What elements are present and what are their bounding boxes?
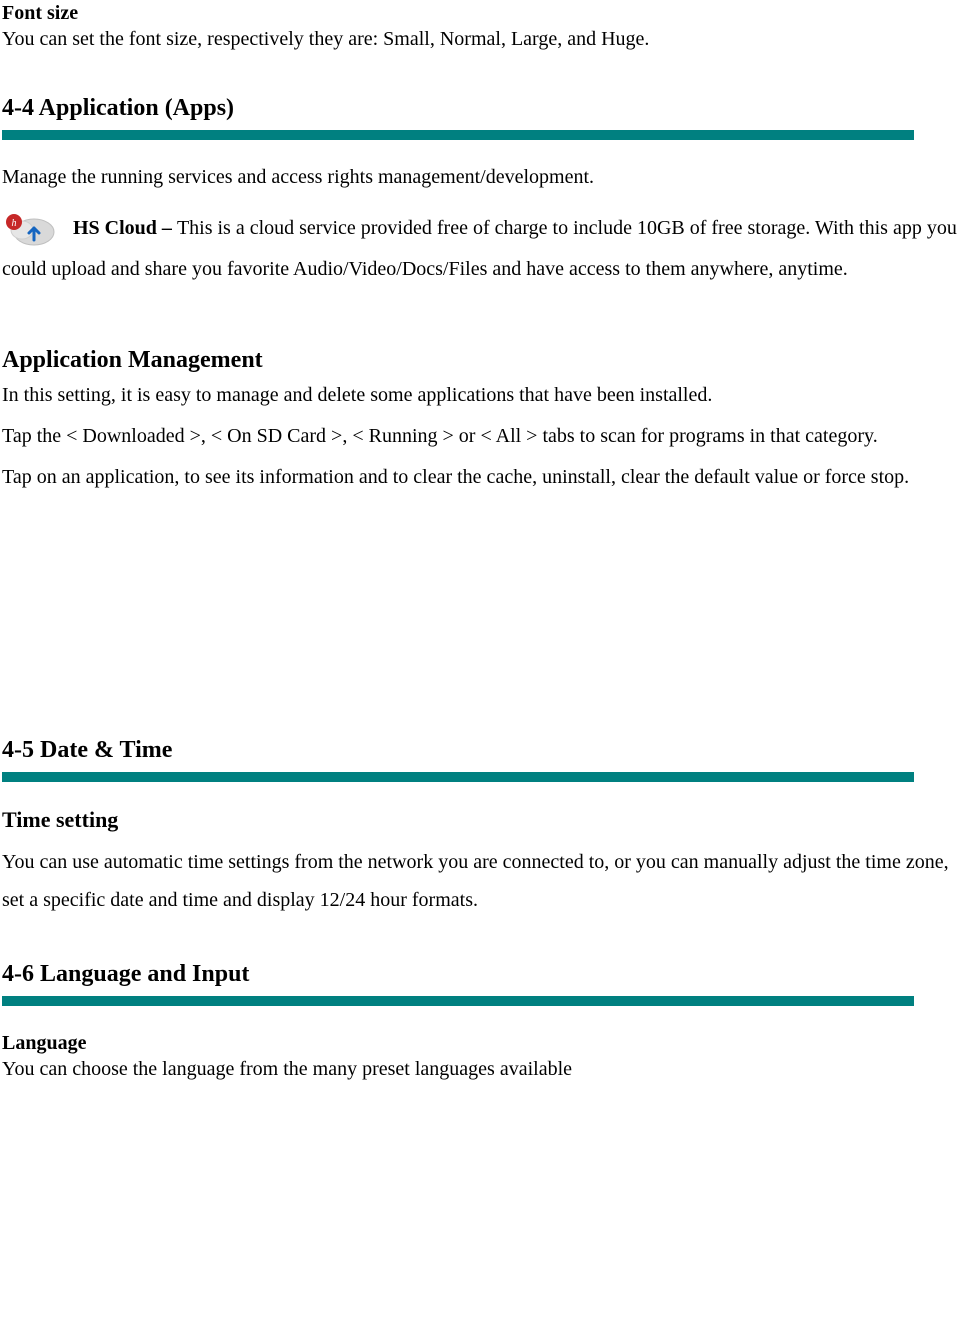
section-4-5-heading: 4-5 Date & Time (2, 735, 968, 766)
section-4-6-heading: 4-6 Language and Input (2, 959, 968, 990)
svg-text:h: h (12, 218, 17, 229)
time-setting-heading: Time setting (2, 806, 968, 835)
section-divider (2, 996, 914, 1006)
app-mgmt-p3: Tap on an application, to see its inform… (2, 464, 968, 491)
language-body: You can choose the language from the man… (2, 1056, 968, 1082)
hs-cloud-label: HS Cloud – (73, 217, 177, 239)
font-size-body: You can set the font size, respectively … (2, 26, 968, 53)
app-mgmt-p2: Tap the < Downloaded >, < On SD Card >, … (2, 423, 968, 450)
time-setting-body: You can use automatic time settings from… (2, 843, 968, 919)
section-4-4-heading: 4-4 Application (Apps) (2, 93, 968, 124)
section-4-4-intro: Manage the running services and access r… (2, 164, 968, 191)
hs-cloud-paragraph: h HS Cloud – This is a cloud service pro… (2, 209, 968, 288)
app-mgmt-p1: In this setting, it is easy to manage an… (2, 382, 968, 409)
app-mgmt-heading: Application Management (2, 345, 968, 376)
font-size-title: Font size (2, 0, 968, 26)
section-divider (2, 130, 914, 140)
hs-cloud-icon: h (2, 210, 58, 250)
section-divider (2, 772, 914, 782)
language-heading: Language (2, 1030, 968, 1056)
